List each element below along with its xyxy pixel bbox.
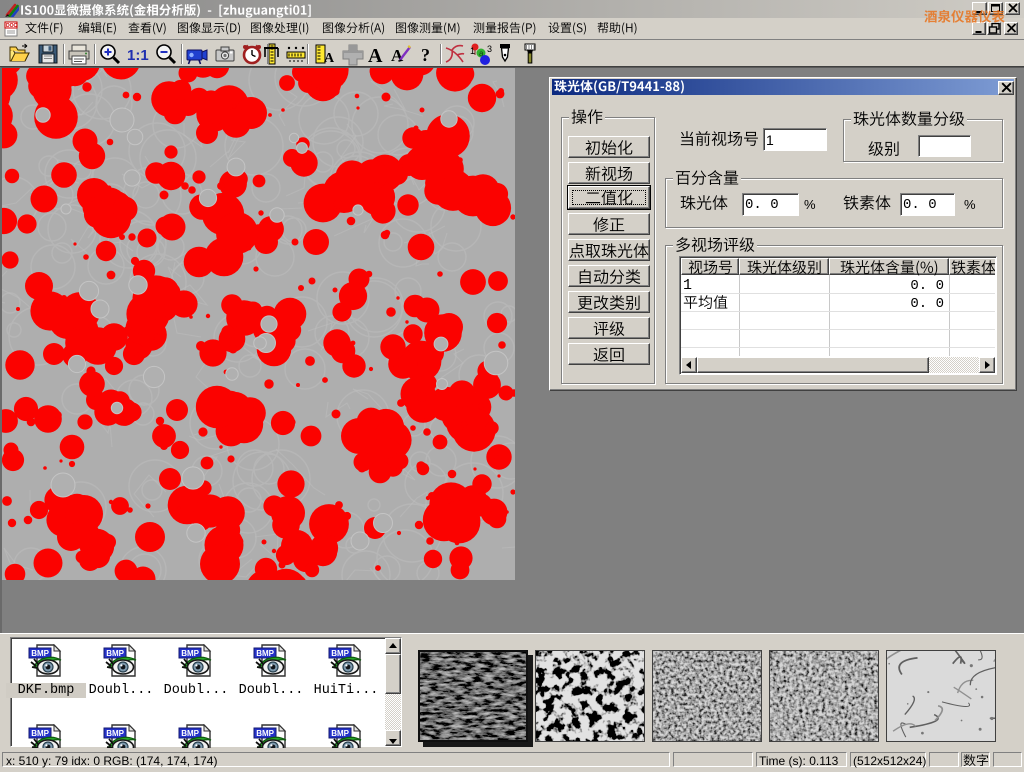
svg-text:BMP: BMP <box>181 649 199 658</box>
svg-text:BMP: BMP <box>181 729 199 738</box>
svg-text:BMP: BMP <box>106 649 124 658</box>
svg-text:BMP: BMP <box>256 729 274 738</box>
svg-text:1:1: 1:1 <box>127 47 149 64</box>
svg-text:?: ? <box>421 45 430 65</box>
svg-text:BMP: BMP <box>31 649 49 658</box>
svg-text:BMP: BMP <box>106 729 124 738</box>
svg-text:BMP: BMP <box>331 729 349 738</box>
svg-text:DOC: DOC <box>6 23 18 29</box>
svg-text:1: 1 <box>470 46 475 56</box>
svg-text:BMP: BMP <box>31 729 49 738</box>
svg-text:A: A <box>324 51 335 66</box>
svg-text:3: 3 <box>487 44 492 54</box>
svg-text:BMP: BMP <box>256 649 274 658</box>
svg-text:A: A <box>368 45 383 66</box>
svg-text:BMP: BMP <box>331 649 349 658</box>
